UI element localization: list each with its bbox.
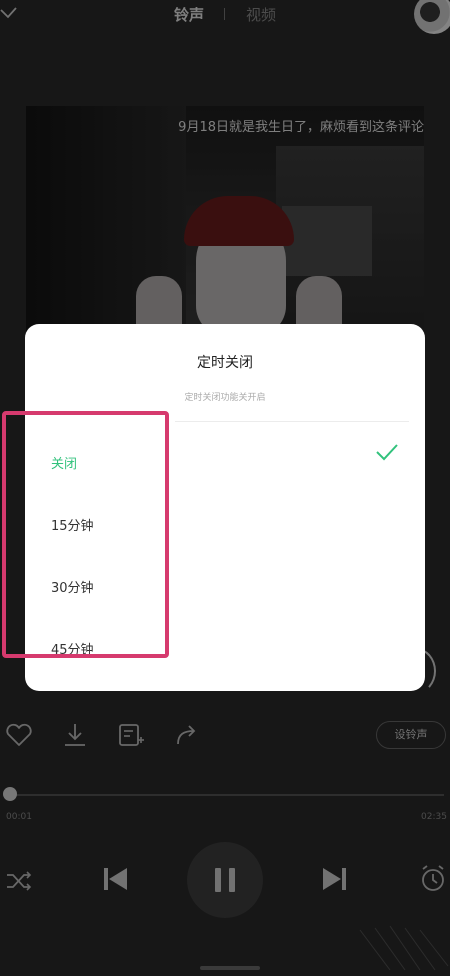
divider xyxy=(175,421,409,422)
dialog-subtitle: 定时关闭功能关开启 xyxy=(184,393,266,403)
dialog-title: 定时关闭 xyxy=(197,355,253,371)
highlight-annotation xyxy=(2,411,169,658)
check-icon xyxy=(376,444,398,461)
